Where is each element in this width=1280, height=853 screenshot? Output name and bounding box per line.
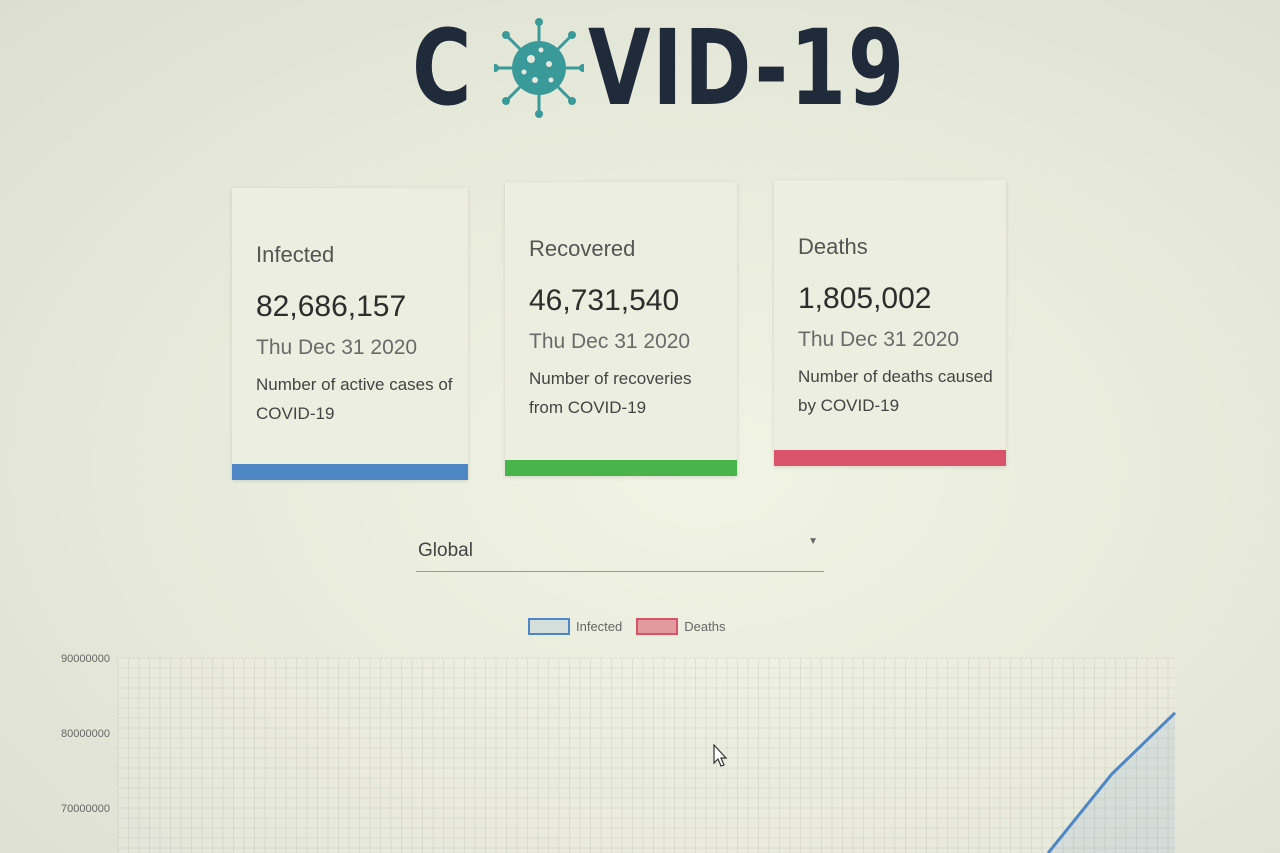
plot-area [118, 658, 1175, 853]
legend-label-infected: Infected [576, 619, 623, 634]
card-date: Thu Dec 31 2020 [529, 330, 691, 353]
chart-legend: Infected Deaths [528, 618, 725, 635]
deaths-card: Deaths 1,805,002 Thu Dec 31 2020 Number … [774, 180, 1006, 466]
logo-letter-c: C [412, 7, 474, 129]
card-description: Number of recoveries from COVID-19 [529, 369, 692, 417]
card-color-bar [774, 450, 1006, 466]
card-value: 1,805,002 [798, 282, 932, 315]
chart-y-axis: 90000000 80000000 70000000 [61, 653, 110, 815]
country-select[interactable]: Global ▼ [416, 530, 824, 572]
covid-logo: C VID-19 [412, 8, 996, 128]
card-label: Infected [256, 242, 335, 267]
card-label: Deaths [798, 234, 868, 259]
card-label: Recovered [529, 236, 636, 261]
card-description: Number of deaths caused by COVID-19 [798, 367, 993, 415]
y-tick-label: 70000000 [61, 803, 110, 815]
card-color-bar [232, 464, 468, 480]
virus-icon [494, 18, 585, 118]
mouse-cursor-icon [713, 744, 728, 767]
cases-line-chart: 90000000 80000000 70000000 [61, 653, 1177, 853]
infected-card: Infected 82,686,157 Thu Dec 31 2020 Numb… [232, 188, 468, 480]
legend-swatch-deaths[interactable] [636, 618, 679, 635]
dropdown-arrow-icon[interactable]: ▼ [808, 536, 818, 547]
chart-grid [117, 657, 1175, 853]
card-description: Number of active cases of COVID-19 [256, 375, 453, 423]
y-tick-label: 90000000 [61, 653, 110, 665]
card-value: 82,686,157 [256, 290, 407, 323]
legend-swatch-infected[interactable] [528, 618, 570, 635]
country-select-value: Global [418, 540, 473, 561]
card-color-bar [505, 460, 737, 476]
y-tick-label: 80000000 [61, 728, 110, 740]
recovered-card: Recovered 46,731,540 Thu Dec 31 2020 Num… [505, 182, 737, 476]
legend-label-deaths: Deaths [684, 619, 726, 634]
card-date: Thu Dec 31 2020 [798, 328, 960, 351]
logo-text: VID-19 [588, 7, 907, 129]
dashboard-page: C VID-19 Infected 82,686,157 Thu Dec 31 … [0, 0, 1280, 853]
card-value: 46,731,540 [529, 284, 680, 317]
card-date: Thu Dec 31 2020 [256, 336, 418, 359]
